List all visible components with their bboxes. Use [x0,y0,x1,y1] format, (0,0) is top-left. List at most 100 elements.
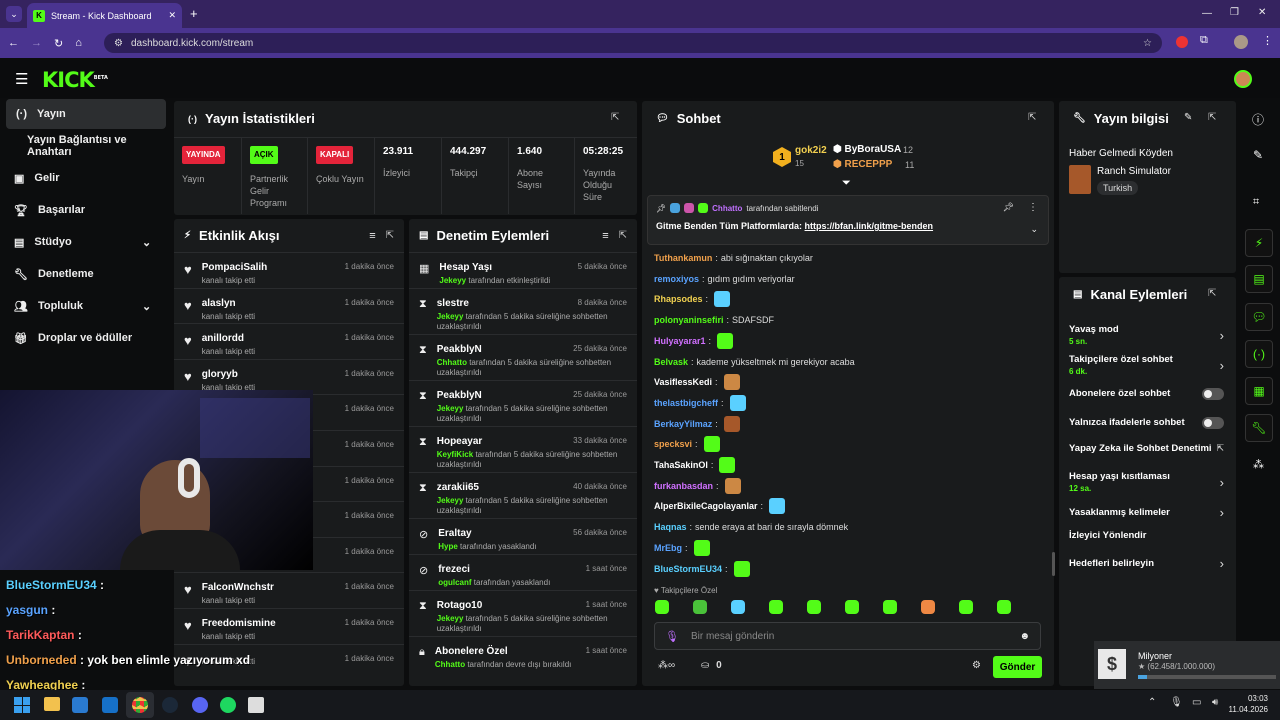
unpin-icon[interactable]: 📌︎ [1003,202,1014,213]
chat-username[interactable]: VasiflessKedi [654,377,712,387]
hamburger-menu-icon[interactable]: ☰ [15,70,28,88]
close-window-button[interactable]: ✕ [1258,7,1266,18]
steam-icon[interactable] [162,697,178,713]
emote-icon[interactable] [731,600,745,614]
pinned-link[interactable]: https://bfan.link/gitme-benden [805,221,934,231]
chat-username[interactable]: BlueStormEU34 [654,564,722,574]
microphone-icon[interactable]: 🎙︎ [1170,697,1183,708]
collapse-icon[interactable]: ⏷ [842,177,851,190]
emote-icon[interactable] [845,600,859,614]
chat-message[interactable]: Rhapsodes: [654,291,731,308]
chat-username[interactable]: Hulyayarar1 [654,336,706,346]
leader-first-name[interactable]: gok2i2 [795,145,827,156]
network-icon[interactable]: ▭ [1192,697,1201,708]
windows-start-icon[interactable] [14,697,30,713]
moderation-item[interactable]: ⧗ Rotago10 1 saat önce Jekeyy tarafından … [409,590,637,636]
sidebar-item-yayin[interactable]: (·) Yayın [6,99,166,129]
popout-icon[interactable]: ⇱ [1208,112,1216,123]
chat-message[interactable]: MrEbg: [654,539,710,556]
rail-channel-button[interactable]: ▦ [1245,377,1273,405]
browser-menu-icon[interactable]: ⋮ [1262,34,1273,47]
rail-moderation-button[interactable]: ▤ [1245,265,1273,293]
chat-username[interactable]: BerkayYilmaz [654,419,712,429]
chat-message[interactable]: Belvask: kademe yükseltmek mi gerekiyor … [654,354,855,370]
store-icon[interactable] [72,697,88,713]
filter-icon[interactable]: ≡ [369,230,375,242]
browser-tab[interactable]: K Stream - Kick Dashboard ✕ [27,3,182,28]
category-thumbnail[interactable] [1069,165,1091,194]
chat-username[interactable]: TahaSakinOl [654,460,708,470]
channel-action-item[interactable]: Takipçilere özel sohbet 6 dk. › [1069,355,1224,377]
chat-message[interactable]: specksvi: [654,436,720,453]
minimize-button[interactable]: — [1202,8,1212,19]
forward-icon[interactable]: → [31,37,42,49]
chat-username[interactable]: MrEbg [654,543,682,553]
info-icon[interactable]: ⓘ [1252,111,1264,128]
moderation-item[interactable]: ⧗ PeakblyN 25 dakika önce Jekeyy tarafınd… [409,380,637,426]
emote-icon[interactable] [997,600,1011,614]
chat-message[interactable]: Haqnas: sende eraya at bari de sırayla d… [654,519,848,535]
kick-logo[interactable]: KICKBETA [42,68,108,92]
chrome-icon[interactable] [132,697,148,713]
rail-chat-button[interactable]: 💬︎ [1245,303,1273,331]
channel-action-item[interactable]: Yavaş mod 5 sn. › [1069,325,1224,347]
moderation-item[interactable]: ⧗ PeakblyN 25 dakika önce Chhatto tarafın… [409,334,637,380]
moderation-item[interactable]: 🔒︎ Abonelere Özel 1 saat önce Chhatto tar… [409,636,637,682]
channel-action-item[interactable]: İzleyici Yönlendir [1069,531,1224,541]
popout-icon[interactable]: ⇱ [1028,112,1036,123]
sidebar-item-gelir[interactable]: ▣ Gelir [0,163,170,193]
microphone-icon[interactable]: 🎙︎ [665,630,679,643]
channel-action-item[interactable]: Yalnızca ifadelerle sohbet [1069,417,1224,429]
app-icon[interactable] [248,697,264,713]
emote-icon[interactable] [769,600,783,614]
rail-stream-button[interactable]: (·) [1245,340,1273,368]
channel-action-item[interactable]: Yapay Zeka ile Sohbet Denetimi ⇱ [1069,443,1224,454]
chat-username[interactable]: AlperBixileCagolayanlar [654,501,758,511]
chat-username[interactable]: polonyaninsefiri [654,315,724,325]
emote-icon[interactable] [883,600,897,614]
maximize-button[interactable]: ❐ [1230,7,1239,18]
chat-settings-icon[interactable]: ⚙ [972,660,981,671]
kick-points-icon[interactable]: ⁂∞ [658,660,675,671]
activity-item[interactable]: ♥ anillordd kanalı takip etti 1 dakika ön… [174,323,404,359]
chat-message[interactable]: remoxiyos: gıdım gıdım veriyorlar [654,271,795,287]
chat-username[interactable]: Tuthankamun [654,253,712,263]
chat-message[interactable]: VasiflessKedi: [654,374,740,391]
tray-chevron-icon[interactable]: ⌃ [1148,697,1156,708]
chat-input[interactable]: 🎙︎ Bir mesaj gönderin ☻ [654,622,1041,650]
popout-icon[interactable]: ⇱ [619,230,627,241]
outlook-icon[interactable] [102,697,118,713]
edit-icon[interactable]: ✎ [1184,112,1192,123]
spotify-icon[interactable] [220,697,236,713]
moderation-item[interactable]: ⧗ Hopeayar 33 dakika önce KeyfiKick taraf… [409,426,637,472]
chat-message[interactable]: BerkayYilmaz: [654,415,740,432]
extension-icon[interactable] [1176,36,1188,48]
moderation-item[interactable]: ⧗ slestre 8 dakika önce Jekeyy tarafından… [409,288,637,334]
chat-scrollbar[interactable] [1052,552,1055,576]
chat-username[interactable]: furkanbasdan [654,481,713,491]
sidebar-item-basarilar[interactable]: 🏆︎ Başarılar [0,195,170,225]
sidebar-item-denetleme[interactable]: 🔧︎ Denetleme [0,259,170,289]
home-icon[interactable]: ⌂ [75,37,82,49]
activity-item[interactable]: ♥ FalconWnchstr kanalı takip etti 1 dakik… [174,572,404,608]
toggle-switch[interactable] [1202,388,1224,400]
activity-item[interactable]: ♥ Freedomismine kanalı takip etti 1 dakik… [174,607,404,644]
emote-icon[interactable] [693,600,707,614]
chat-username[interactable]: remoxiyos [654,274,699,284]
popout-icon[interactable]: ⇱ [611,112,619,123]
chat-message[interactable]: AlperBixileCagolayanlar: [654,498,786,515]
moderation-item[interactable]: ⊘ Eraltay 56 dakika önce Hype tarafından … [409,518,637,554]
filter-icon[interactable]: ≡ [602,230,608,242]
tab-search-button[interactable]: ⌄ [6,6,22,22]
site-info-icon[interactable]: ⚙ [114,38,123,49]
add-widget-icon[interactable]: ⁂ [1253,458,1264,471]
bookmark-star-icon[interactable]: ☆ [1143,38,1152,49]
more-options-icon[interactable]: ⋮ [1028,202,1038,213]
sidebar-item-topluluk[interactable]: 👥︎ Topluluk ⌄ [0,291,170,321]
back-icon[interactable]: ← [8,37,19,49]
moderation-item[interactable]: ▦ Hesap Yaşı 5 dakika önce Jekeyy tarafın… [409,252,637,288]
channel-action-item[interactable]: Hedefleri belirleyin › [1069,556,1224,571]
moderation-item[interactable]: ⧗ zarakii65 40 dakika önce Jekeyy tarafın… [409,472,637,518]
chat-message[interactable]: furkanbasdan: [654,477,741,494]
rail-activity-button[interactable]: ⚡︎ [1245,229,1273,257]
